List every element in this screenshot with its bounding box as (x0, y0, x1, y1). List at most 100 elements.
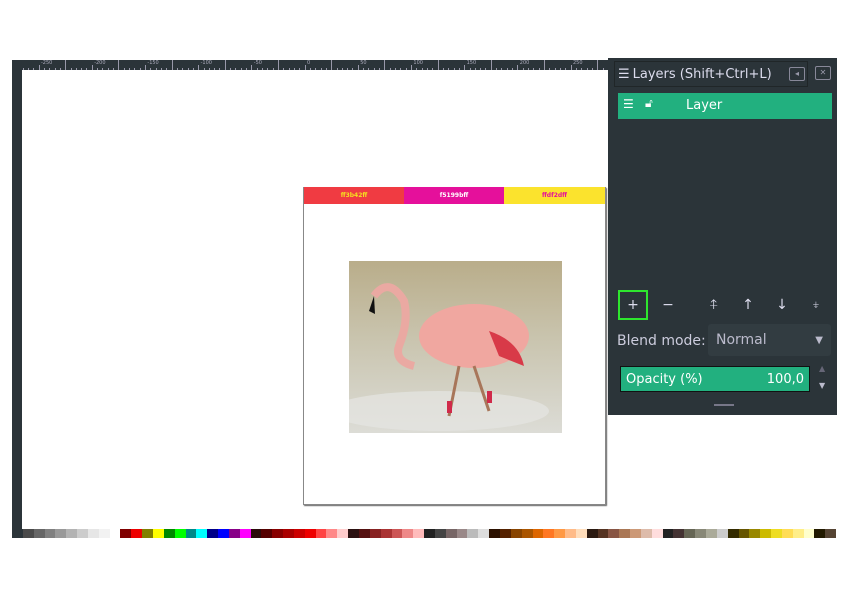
palette-swatch[interactable] (781, 529, 793, 538)
lower-to-bottom-button[interactable]: ⍖ (801, 290, 831, 320)
palette-swatch[interactable] (695, 529, 706, 538)
palette-swatch[interactable] (814, 529, 826, 538)
palette-swatch[interactable] (66, 529, 78, 538)
palette-swatch[interactable] (12, 529, 23, 538)
palette-swatch[interactable] (272, 529, 284, 538)
palette-swatch[interactable] (727, 529, 739, 538)
flamingo-image[interactable] (349, 261, 562, 433)
palette-swatch[interactable] (434, 529, 446, 538)
palette-swatch[interactable] (662, 529, 674, 538)
palette-swatch[interactable] (619, 529, 631, 538)
palette-swatch[interactable] (239, 529, 251, 538)
visibility-icon[interactable]: ☰ (623, 97, 634, 111)
palette-swatch[interactable] (55, 529, 67, 538)
remove-layer-button[interactable]: − (653, 290, 683, 320)
palette-swatch[interactable] (142, 529, 153, 538)
palette-swatch[interactable] (185, 529, 197, 538)
palette-swatch[interactable] (413, 529, 425, 538)
close-panel-button[interactable]: ✕ (815, 66, 831, 80)
palette-swatch[interactable] (565, 529, 576, 538)
palette-swatch[interactable] (478, 529, 490, 538)
palette-swatch[interactable] (337, 529, 349, 538)
palette-swatch[interactable] (315, 529, 327, 538)
palette-swatch[interactable] (651, 529, 663, 538)
palette-swatch[interactable] (716, 529, 728, 538)
color-swatch[interactable]: ff3b42ff (304, 187, 404, 204)
palette-swatch[interactable] (760, 529, 772, 538)
palette-swatch[interactable] (250, 529, 262, 538)
palette-swatch[interactable] (120, 529, 132, 538)
palette-swatch[interactable] (489, 529, 500, 538)
palette-swatch[interactable] (586, 529, 598, 538)
opacity-increment[interactable]: ▲ (819, 364, 825, 373)
palette-swatch[interactable] (348, 529, 359, 538)
blend-mode-select[interactable]: Normal ▼ (708, 324, 831, 356)
palette-swatch[interactable] (575, 529, 587, 538)
color-palette[interactable] (12, 529, 837, 538)
palette-swatch[interactable] (207, 529, 219, 538)
palette-swatch[interactable] (87, 529, 99, 538)
palette-swatch[interactable] (749, 529, 761, 538)
layer-row[interactable]: ☰ 🔓︎ Layer (618, 93, 832, 119)
palette-swatch[interactable] (228, 529, 240, 538)
palette-swatch[interactable] (293, 529, 305, 538)
palette-swatch[interactable] (771, 529, 782, 538)
palette-swatch[interactable] (521, 529, 533, 538)
palette-swatch[interactable] (283, 529, 294, 538)
palette-swatch[interactable] (608, 529, 620, 538)
palette-swatch[interactable] (152, 529, 164, 538)
palette-swatch[interactable] (532, 529, 544, 538)
lock-icon[interactable]: 🔓︎ (645, 96, 653, 111)
palette-swatch[interactable] (44, 529, 56, 538)
palette-swatch[interactable] (109, 529, 121, 538)
palette-swatch[interactable] (684, 529, 696, 538)
palette-swatch[interactable] (369, 529, 381, 538)
palette-swatch[interactable] (543, 529, 555, 538)
palette-swatch[interactable] (673, 529, 685, 538)
palette-swatch[interactable] (163, 529, 175, 538)
palette-swatch[interactable] (738, 529, 750, 538)
palette-swatch[interactable] (77, 529, 88, 538)
raise-layer-button[interactable]: ↑ (733, 290, 763, 320)
opacity-spinbox[interactable]: Opacity (%) 100,0 (620, 366, 810, 392)
palette-swatch[interactable] (630, 529, 641, 538)
palette-swatch[interactable] (803, 529, 815, 538)
color-swatch[interactable]: ffdf2dff (504, 187, 605, 204)
palette-swatch[interactable] (196, 529, 208, 538)
palette-swatch[interactable] (456, 529, 468, 538)
palette-swatch[interactable] (445, 529, 457, 538)
palette-swatch[interactable] (380, 529, 392, 538)
palette-swatch[interactable] (825, 529, 837, 538)
palette-swatch[interactable] (792, 529, 804, 538)
raise-to-top-button[interactable]: ⍏ (699, 290, 729, 320)
palette-swatch[interactable] (359, 529, 370, 538)
palette-swatch[interactable] (640, 529, 652, 538)
palette-swatch[interactable] (424, 529, 435, 538)
add-layer-button[interactable]: + (618, 290, 648, 320)
palette-swatch[interactable] (218, 529, 229, 538)
palette-swatch[interactable] (597, 529, 609, 538)
color-swatch[interactable]: f5199bff (404, 187, 504, 204)
palette-swatch[interactable] (261, 529, 273, 538)
palette-swatch[interactable] (391, 529, 403, 538)
palette-swatch[interactable] (706, 529, 717, 538)
palette-swatch[interactable] (304, 529, 316, 538)
palette-swatch[interactable] (554, 529, 566, 538)
opacity-decrement[interactable]: ▼ (819, 381, 825, 390)
lower-layer-button[interactable]: ↓ (767, 290, 797, 320)
palette-swatch[interactable] (467, 529, 479, 538)
panel-menu-button[interactable]: ◂ (789, 67, 805, 81)
layer-name[interactable]: Layer (686, 98, 722, 113)
palette-swatch[interactable] (22, 529, 34, 538)
palette-swatch[interactable] (499, 529, 511, 538)
panel-tab[interactable]: ☰ Layers (Shift+Ctrl+L) ◂ (614, 61, 808, 87)
palette-swatch[interactable] (98, 529, 110, 538)
document-page[interactable]: ff3b42ff f5199bff ffdf2dff (303, 187, 606, 505)
palette-swatch[interactable] (131, 529, 143, 538)
resize-handle[interactable] (714, 404, 734, 406)
palette-swatch[interactable] (510, 529, 522, 538)
palette-swatch[interactable] (33, 529, 45, 538)
palette-swatch[interactable] (326, 529, 338, 538)
palette-swatch[interactable] (174, 529, 186, 538)
palette-swatch[interactable] (402, 529, 414, 538)
